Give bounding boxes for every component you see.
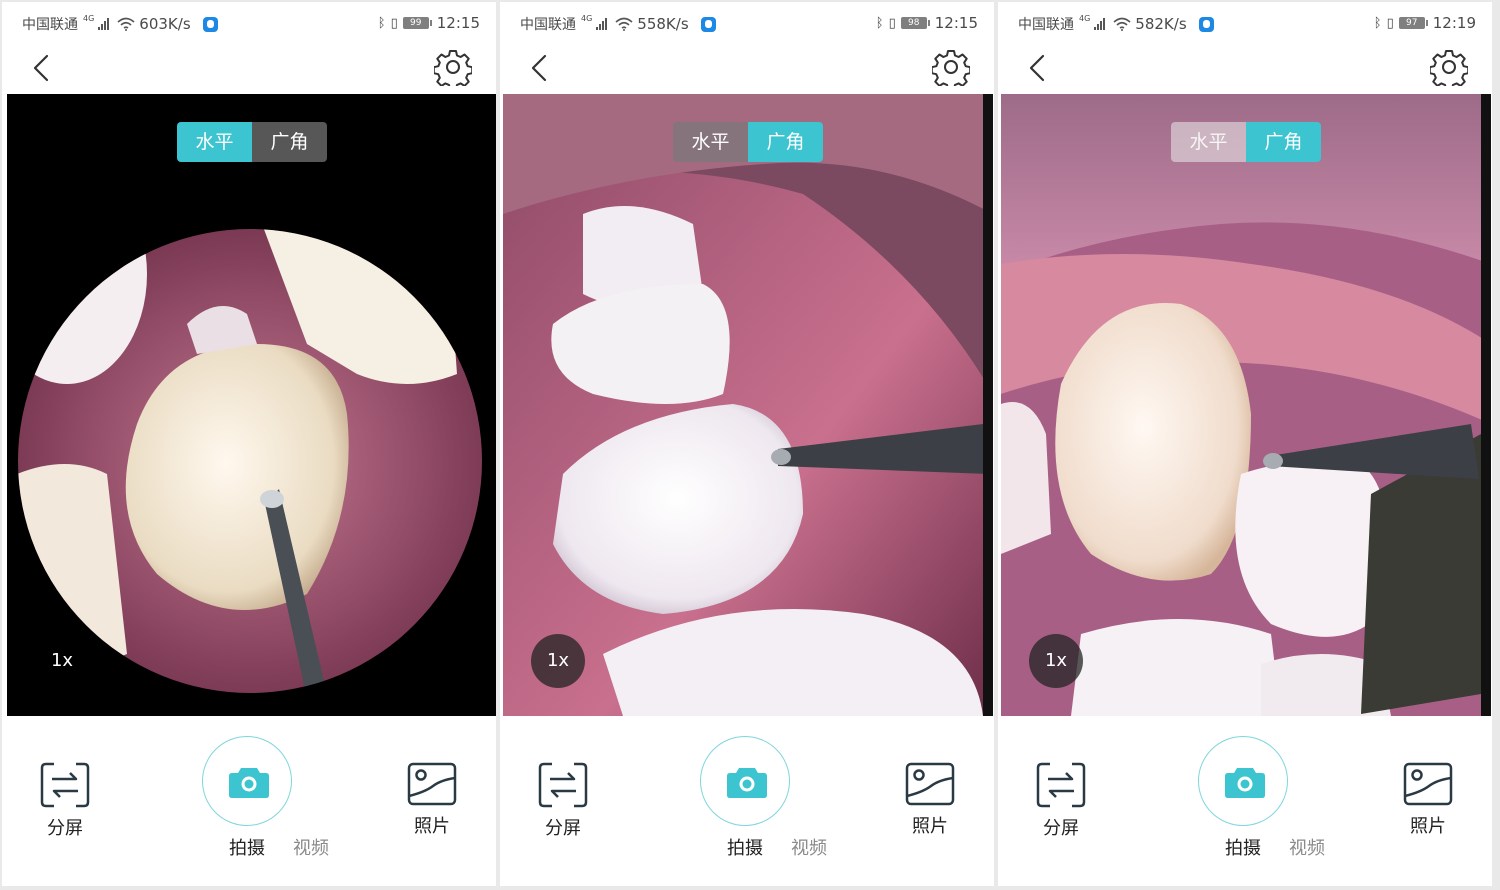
gallery-icon	[905, 762, 955, 806]
mode-photo-tab[interactable]: 拍摄	[727, 834, 763, 860]
photos-label: 照片	[912, 816, 948, 837]
split-screen-icon	[40, 762, 90, 808]
status-bar: 中国联通 4G 582K/s ᛒ ▯ 97 12:19	[998, 2, 1492, 46]
notification-app-icon	[700, 16, 716, 32]
status-bar: 中国联通 4G 603K/s ᛒ ▯ 99 12:15	[2, 2, 496, 46]
bluetooth-icon: ᛒ	[875, 15, 884, 31]
net-speed: 582K/s	[1135, 15, 1187, 33]
lens-mode-toggle: 水平 广角	[1171, 122, 1321, 162]
camera-icon	[727, 768, 767, 798]
mode-wide-angle[interactable]: 广角	[1246, 122, 1321, 162]
camera-preview[interactable]: 水平 广角 1x	[7, 94, 496, 716]
chevron-left-icon[interactable]	[524, 52, 556, 84]
mode-photo-tab[interactable]: 拍摄	[1225, 834, 1261, 860]
signal-icon	[1094, 18, 1106, 30]
carrier-label: 中国联通	[22, 17, 78, 33]
network-type: 4G	[83, 13, 95, 23]
battery-level: 99	[402, 17, 429, 29]
notification-app-icon	[202, 16, 218, 32]
network-type: 4G	[581, 13, 593, 23]
photos-label: 照片	[1410, 816, 1446, 837]
chevron-left-icon[interactable]	[1022, 52, 1054, 84]
carrier-label: 中国联通	[1018, 17, 1074, 33]
split-screen-button[interactable]: 分屏	[1036, 762, 1086, 840]
battery-icon: 97	[1398, 17, 1428, 29]
bottom-bar: 分屏 拍摄 视频 照片	[500, 716, 994, 886]
photos-button[interactable]: 照片	[904, 762, 956, 838]
photos-button[interactable]: 照片	[1402, 762, 1454, 838]
mode-video-tab[interactable]: 视频	[293, 834, 329, 860]
zoom-level[interactable]: 1x	[35, 634, 89, 688]
wifi-icon	[615, 17, 633, 31]
battery-icon: 98	[900, 17, 930, 29]
signal-icon	[596, 18, 608, 30]
mode-video-tab[interactable]: 视频	[791, 834, 827, 860]
camera-preview[interactable]: 水平 广角 1x	[1001, 94, 1491, 716]
chevron-left-icon[interactable]	[26, 52, 58, 84]
status-clock: 12:19	[1432, 14, 1476, 32]
gear-icon[interactable]	[1430, 48, 1468, 86]
bottom-bar: 分屏 拍摄 视频 照片	[998, 716, 1492, 886]
wifi-icon	[1113, 17, 1131, 31]
bottom-bar: 分屏 拍摄 视频 照片	[2, 716, 496, 886]
camera-icon	[229, 768, 269, 798]
camera-icon	[1225, 768, 1265, 798]
gear-icon[interactable]	[932, 48, 970, 86]
phone-panel-3: 中国联通 4G 582K/s ᛒ ▯ 97 12:19 水平 广角 1x 分屏 …	[998, 2, 1492, 886]
lens-mode-toggle: 水平 广角	[673, 122, 823, 162]
vibrate-icon: ▯	[1386, 15, 1394, 31]
mode-horizontal[interactable]: 水平	[177, 122, 252, 162]
mode-horizontal[interactable]: 水平	[673, 122, 748, 162]
split-screen-icon	[538, 762, 588, 808]
notification-app-icon	[1198, 16, 1214, 32]
mode-video-tab[interactable]: 视频	[1289, 834, 1325, 860]
carrier-label: 中国联通	[520, 17, 576, 33]
status-clock: 12:15	[934, 14, 978, 32]
photos-button[interactable]: 照片	[406, 762, 458, 838]
split-screen-icon	[1036, 762, 1086, 808]
net-speed: 603K/s	[139, 15, 191, 33]
phone-panel-1: 中国联通 4G 603K/s ᛒ ▯ 99 12:15 水平 广角 1x 分屏 …	[2, 2, 496, 886]
capture-button[interactable]	[1198, 736, 1288, 826]
phone-panel-2: 中国联通 4G 558K/s ᛒ ▯ 98 12:15 水平 广角 1x 分屏 …	[500, 2, 994, 886]
split-screen-button[interactable]: 分屏	[538, 762, 588, 840]
camera-image	[503, 94, 993, 716]
vibrate-icon: ▯	[888, 15, 896, 31]
zoom-level[interactable]: 1x	[531, 634, 585, 688]
capture-button[interactable]	[700, 736, 790, 826]
net-speed: 558K/s	[637, 15, 689, 33]
camera-image	[1001, 94, 1491, 716]
split-screen-label: 分屏	[47, 818, 83, 839]
split-screen-button[interactable]: 分屏	[40, 762, 90, 840]
split-screen-label: 分屏	[545, 818, 581, 839]
camera-preview[interactable]: 水平 广角 1x	[503, 94, 993, 716]
lens-mode-toggle: 水平 广角	[177, 122, 327, 162]
zoom-level[interactable]: 1x	[1029, 634, 1083, 688]
signal-icon	[98, 18, 110, 30]
mode-wide-angle[interactable]: 广角	[252, 122, 327, 162]
wifi-icon	[117, 17, 135, 31]
mode-photo-tab[interactable]: 拍摄	[229, 834, 265, 860]
battery-level: 97	[1398, 17, 1425, 29]
gallery-icon	[407, 762, 457, 806]
camera-image	[18, 229, 482, 693]
battery-level: 98	[900, 17, 927, 29]
mode-wide-angle[interactable]: 广角	[748, 122, 823, 162]
status-bar: 中国联通 4G 558K/s ᛒ ▯ 98 12:15	[500, 2, 994, 46]
battery-icon: 99	[402, 17, 432, 29]
bluetooth-icon: ᛒ	[1373, 15, 1382, 31]
split-screen-label: 分屏	[1043, 818, 1079, 839]
network-type: 4G	[1079, 13, 1091, 23]
photos-label: 照片	[414, 816, 450, 837]
mode-horizontal[interactable]: 水平	[1171, 122, 1246, 162]
bluetooth-icon: ᛒ	[377, 15, 386, 31]
vibrate-icon: ▯	[390, 15, 398, 31]
status-clock: 12:15	[436, 14, 480, 32]
gear-icon[interactable]	[434, 48, 472, 86]
gallery-icon	[1403, 762, 1453, 806]
capture-button[interactable]	[202, 736, 292, 826]
